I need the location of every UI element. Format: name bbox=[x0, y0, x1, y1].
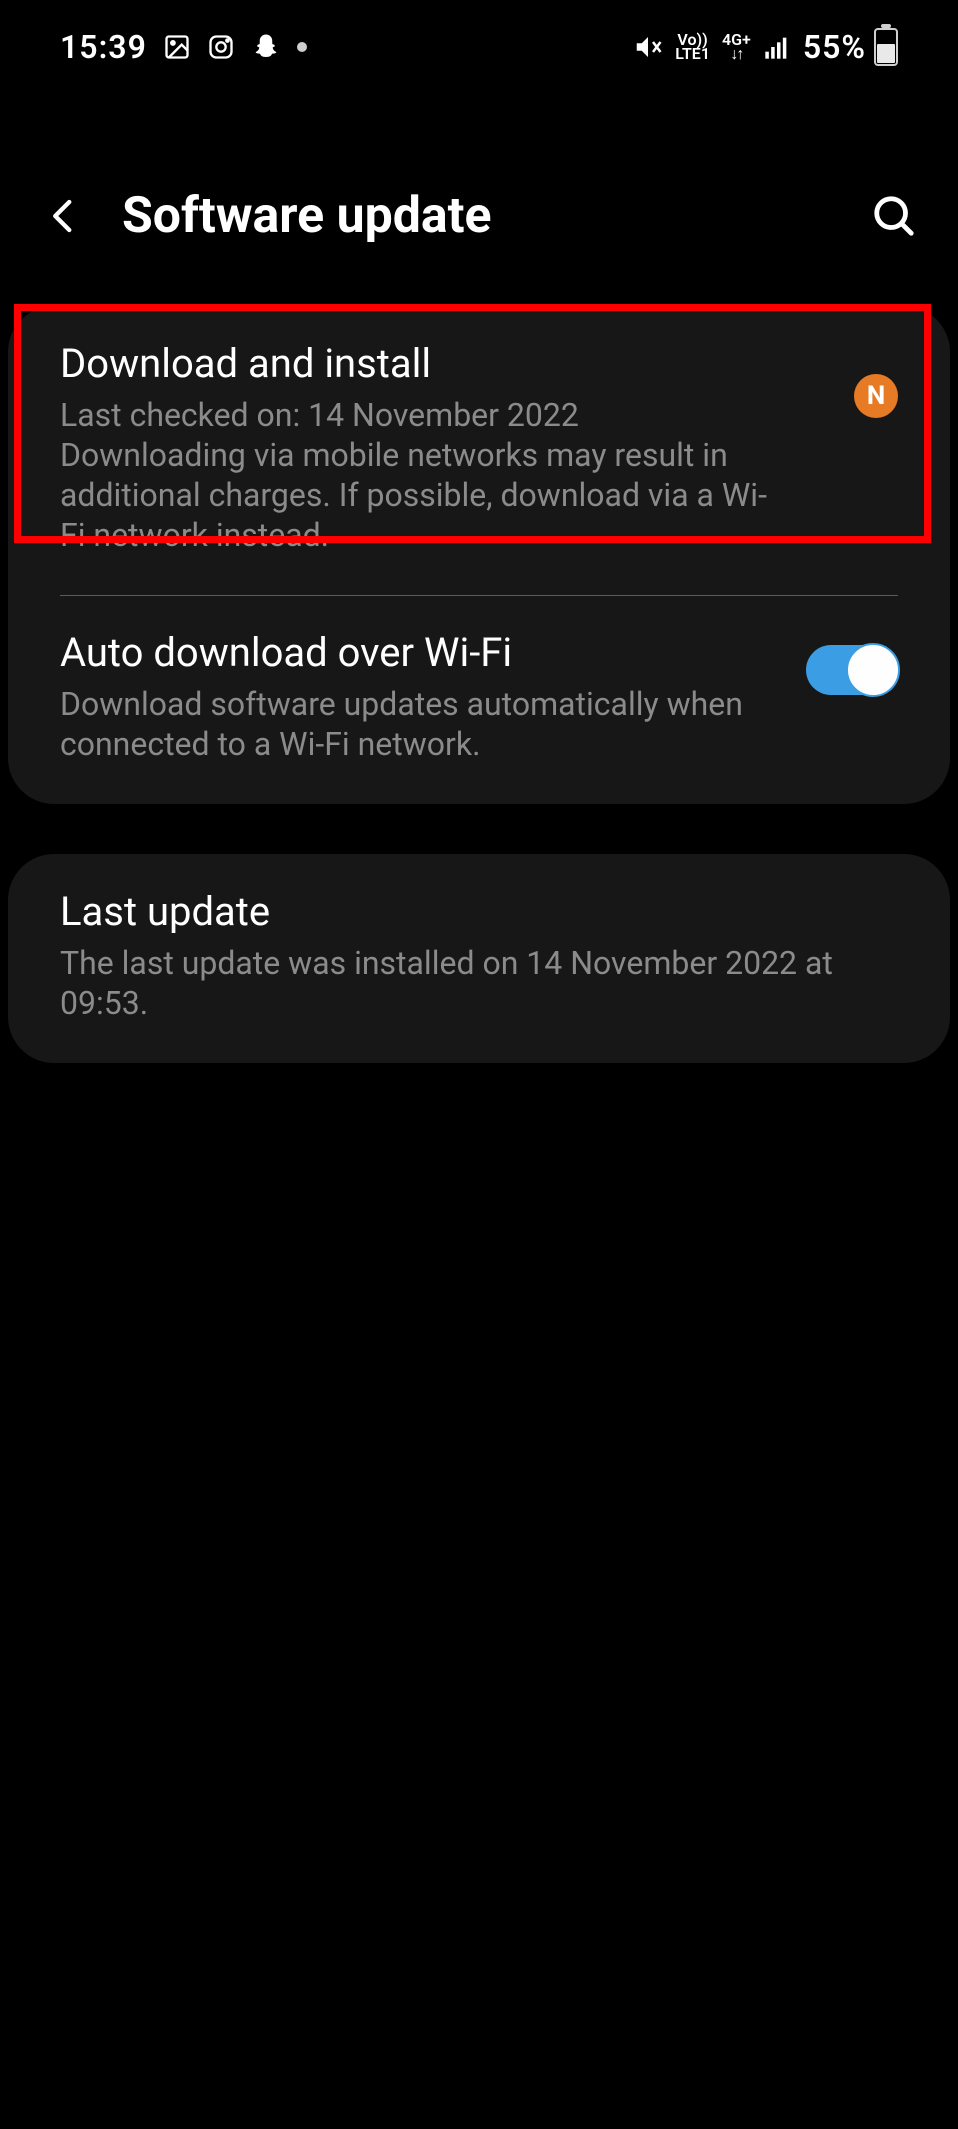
last-update-desc: The last update was installed on 14 Nove… bbox=[60, 943, 880, 1023]
search-button[interactable] bbox=[864, 186, 924, 246]
chevron-left-icon bbox=[43, 195, 85, 237]
auto-download-title: Auto download over Wi-Fi bbox=[60, 629, 782, 676]
photos-icon bbox=[163, 33, 191, 61]
volte-indicator: Vo)) LTE1 bbox=[675, 33, 710, 62]
network-type-indicator: 4G+ ↓↑ bbox=[722, 33, 751, 62]
notification-badge: N bbox=[854, 374, 898, 418]
signal-icon bbox=[763, 33, 791, 61]
page-title: Software update bbox=[122, 187, 836, 245]
status-time: 15:39 bbox=[60, 28, 147, 66]
instagram-icon bbox=[207, 33, 235, 61]
mute-icon bbox=[633, 32, 663, 62]
settings-group-1: Download and install Last checked on: 14… bbox=[8, 306, 950, 804]
battery-percent: 55% bbox=[803, 28, 866, 66]
last-update-item[interactable]: Last update The last update was installe… bbox=[8, 854, 950, 1063]
settings-group-2: Last update The last update was installe… bbox=[8, 854, 950, 1063]
more-indicator-icon bbox=[297, 42, 307, 52]
download-install-item[interactable]: Download and install Last checked on: 14… bbox=[8, 306, 950, 595]
status-bar: 15:39 bbox=[0, 0, 958, 86]
battery-icon bbox=[874, 28, 898, 66]
back-button[interactable] bbox=[34, 186, 94, 246]
auto-download-desc: Download software updates automatically … bbox=[60, 684, 782, 764]
auto-download-item[interactable]: Auto download over Wi-Fi Download softwa… bbox=[8, 595, 950, 804]
auto-download-toggle[interactable] bbox=[806, 645, 898, 695]
last-update-title: Last update bbox=[60, 888, 898, 935]
page-header: Software update bbox=[0, 86, 958, 306]
download-install-desc: Last checked on: 14 November 2022 Downlo… bbox=[60, 395, 782, 555]
search-icon bbox=[871, 193, 917, 239]
download-install-title: Download and install bbox=[60, 340, 782, 387]
snapchat-icon bbox=[251, 32, 281, 62]
